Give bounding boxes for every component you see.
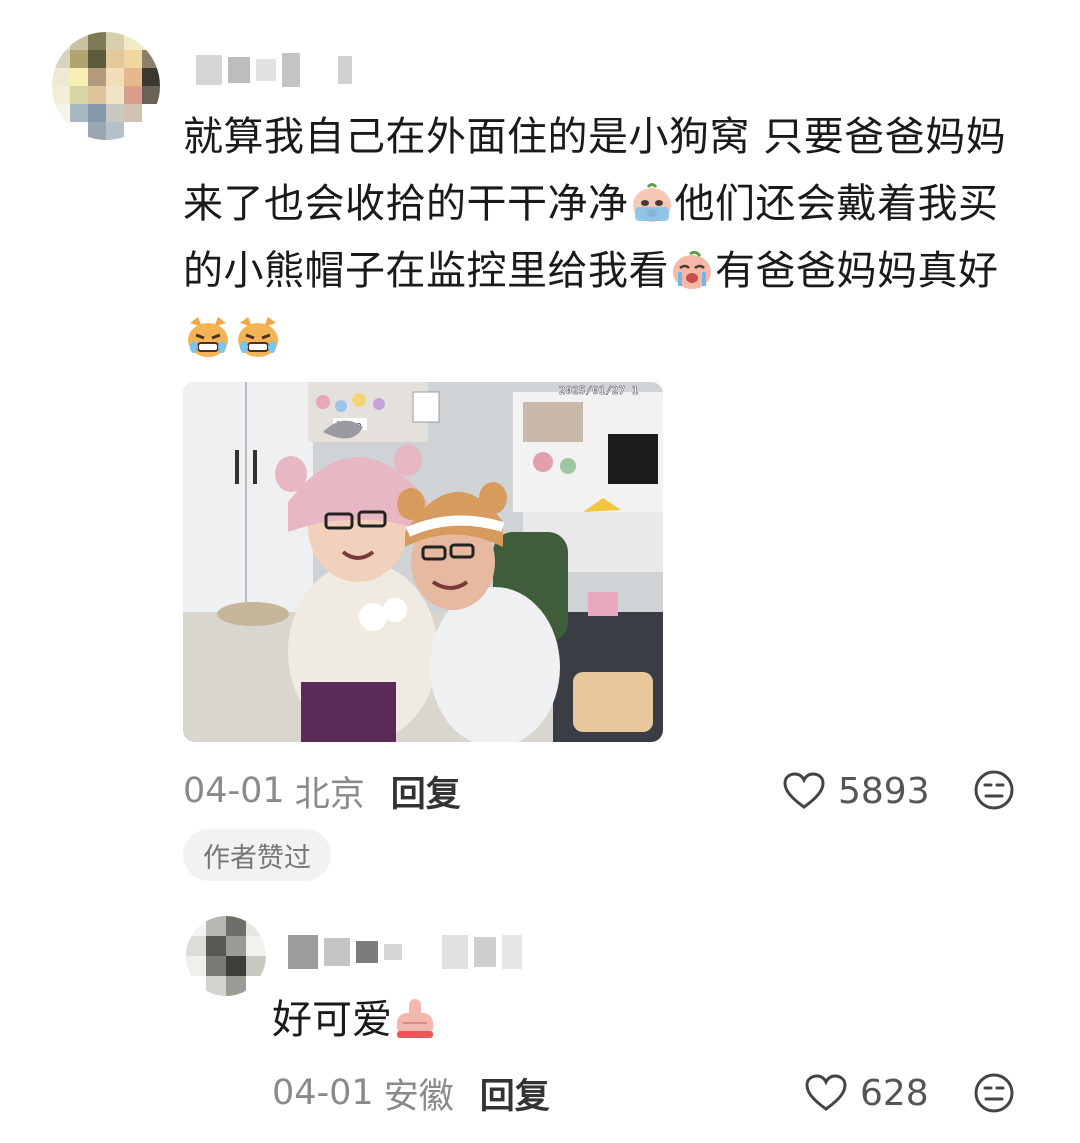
- like-count: 5893: [838, 770, 930, 812]
- photo-parents-in-bear-hats: Tiboo 2025/01/27 1: [183, 382, 663, 742]
- crying-cat-emoji: [238, 317, 278, 357]
- photo-timestamp: 2025/01/27 1: [559, 384, 639, 397]
- crying-face-emoji: [632, 183, 671, 222]
- commenter-avatar[interactable]: [52, 32, 160, 140]
- comment-photo[interactable]: Tiboo 2025/01/27 1: [183, 382, 663, 742]
- reply-location: 安徽: [383, 1076, 454, 1117]
- author-liked-label: 作者赞过: [203, 842, 311, 874]
- comment-line-2a: 来了也会收拾的干干净净: [183, 181, 629, 227]
- comment-location: 北京: [294, 774, 365, 815]
- meh-face-icon[interactable]: [973, 769, 1015, 811]
- meh-face-icon[interactable]: [973, 1072, 1015, 1114]
- comment-line-1: 就算我自己在外面住的是小狗窝 只要爸爸妈妈: [183, 114, 1007, 160]
- commenter-name-blurred[interactable]: [196, 52, 352, 88]
- heart-icon: [783, 772, 825, 809]
- replier-avatar[interactable]: [186, 916, 266, 996]
- thumbs-up-emoji: [397, 999, 433, 1038]
- reply-like-count: 628: [860, 1072, 929, 1114]
- comment-body: 就算我自己在外面住的是小狗窝 只要爸爸妈妈 来了也会收拾的干干净净 他们还会戴着…: [183, 104, 1043, 372]
- crying-cat-emoji: [188, 317, 228, 357]
- comment-line-2b: 他们还会戴着我买: [674, 181, 999, 227]
- comment-line-3b: 有爸爸妈妈真好: [715, 248, 999, 294]
- heart-icon: [805, 1074, 847, 1111]
- reply-text: 好可爱: [272, 997, 392, 1043]
- crying-peach-emoji: [673, 250, 711, 289]
- comment-date: 04-01: [183, 771, 285, 811]
- reply-like-button[interactable]: 628: [804, 1068, 929, 1118]
- author-liked-badge: 作者赞过: [183, 829, 331, 881]
- comment-meta: 04-01 北京 回复: [183, 766, 461, 816]
- reply-body: 好可爱: [272, 990, 438, 1050]
- replier-name-blurred[interactable]: [288, 934, 522, 970]
- reply-button[interactable]: 回复: [391, 766, 461, 817]
- reply-to-reply-button[interactable]: 回复: [480, 1068, 550, 1119]
- reply-meta: 04-01 安徽 回复: [272, 1068, 550, 1118]
- comment-line-3a: 的小熊帽子在监控里给我看: [183, 248, 669, 294]
- like-button[interactable]: 5893: [782, 766, 930, 816]
- reply-date: 04-01: [272, 1073, 374, 1113]
